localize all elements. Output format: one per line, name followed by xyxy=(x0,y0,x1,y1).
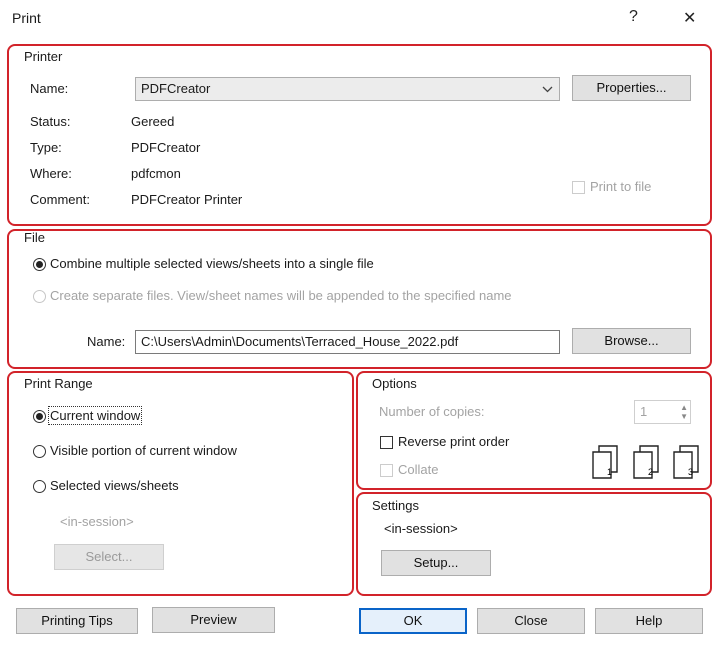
visible-portion-label: Visible portion of current window xyxy=(50,443,237,458)
printer-name-select[interactable]: PDFCreator xyxy=(135,77,560,101)
settings-group-title: Settings xyxy=(372,498,419,513)
reverse-order-checkbox[interactable] xyxy=(380,436,393,449)
copies-label: Number of copies: xyxy=(379,404,485,419)
visible-portion-radio[interactable] xyxy=(33,445,46,458)
collate-icon-number-2: 2 xyxy=(648,467,653,477)
combine-option-label: Combine multiple selected views/sheets i… xyxy=(50,256,374,271)
options-group-title: Options xyxy=(372,376,417,391)
file-name-input[interactable]: C:\Users\Admin\Documents\Terraced_House_… xyxy=(135,330,560,354)
selected-views-label: Selected views/sheets xyxy=(50,478,179,493)
comment-label: Comment: xyxy=(30,192,90,207)
file-group-title: File xyxy=(24,230,45,245)
dialog-title: Print xyxy=(12,10,41,26)
current-window-label: Current window xyxy=(47,406,143,425)
chevron-down-icon xyxy=(542,86,553,93)
separate-option-label: Create separate files. View/sheet names … xyxy=(50,288,512,303)
collate-page-stack-icon-1: 1 xyxy=(592,445,618,479)
ok-button[interactable]: OK xyxy=(359,608,467,634)
close-button[interactable]: Close xyxy=(477,608,585,634)
help-button[interactable]: Help xyxy=(595,608,703,634)
collate-page-stack-icon-3: 3 xyxy=(673,445,699,479)
printer-name-value: PDFCreator xyxy=(141,81,211,96)
printer-name-label: Name: xyxy=(30,81,69,96)
status-label: Status: xyxy=(30,114,71,129)
separate-files-radio[interactable] xyxy=(33,290,46,303)
combine-radio[interactable] xyxy=(33,258,46,271)
print-to-file-checkbox[interactable] xyxy=(572,181,585,194)
setup-button[interactable]: Setup... xyxy=(381,550,491,576)
type-value: PDFCreator xyxy=(131,140,201,155)
printing-tips-button[interactable]: Printing Tips xyxy=(16,608,138,634)
settings-value: <in-session> xyxy=(384,521,458,536)
copies-input[interactable]: 1 ▲ ▼ xyxy=(634,400,691,424)
spinner-arrows-icon[interactable]: ▲ ▼ xyxy=(680,403,688,421)
close-icon[interactable]: ✕ xyxy=(683,8,696,28)
comment-value: PDFCreator Printer xyxy=(131,192,243,207)
print-range-in-session: <in-session> xyxy=(60,514,134,529)
reverse-order-label: Reverse print order xyxy=(398,434,510,449)
help-icon[interactable]: ? xyxy=(629,8,638,26)
collate-page-stack-icon-2: 2 xyxy=(633,445,659,479)
select-button[interactable]: Select... xyxy=(54,544,164,570)
collate-checkbox[interactable] xyxy=(380,464,393,477)
type-label: Type: xyxy=(30,140,62,155)
printer-group-title: Printer xyxy=(24,49,63,64)
selected-views-radio[interactable] xyxy=(33,480,46,493)
where-value: pdfcmon xyxy=(131,166,181,181)
collate-icon-number-1: 1 xyxy=(607,467,612,477)
collate-label: Collate xyxy=(398,462,439,477)
properties-button[interactable]: Properties... xyxy=(572,75,691,101)
file-name-label: Name: xyxy=(87,334,126,349)
collate-icon-number-3: 3 xyxy=(688,467,693,477)
print-to-file-label: Print to file xyxy=(590,179,652,194)
current-window-radio[interactable] xyxy=(33,410,46,423)
status-value: Gereed xyxy=(131,114,175,129)
copies-value: 1 xyxy=(640,404,648,419)
preview-button[interactable]: Preview xyxy=(152,607,275,633)
browse-button[interactable]: Browse... xyxy=(572,328,691,354)
where-label: Where: xyxy=(30,166,72,181)
print-range-group-title: Print Range xyxy=(24,376,93,391)
printer-group xyxy=(7,44,712,226)
